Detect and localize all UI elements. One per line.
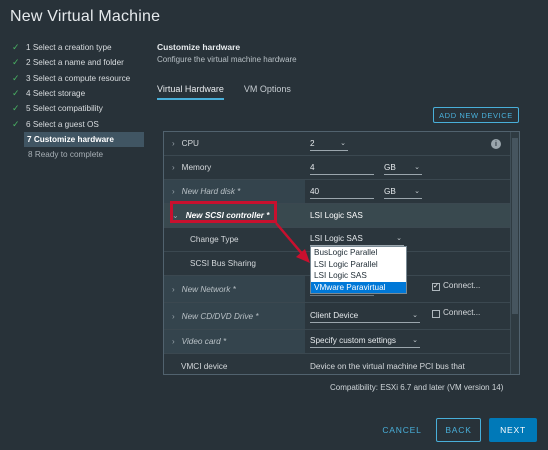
annotation-arrow <box>275 222 310 263</box>
arrow-head <box>296 249 310 263</box>
arrow-shaft <box>275 222 305 257</box>
